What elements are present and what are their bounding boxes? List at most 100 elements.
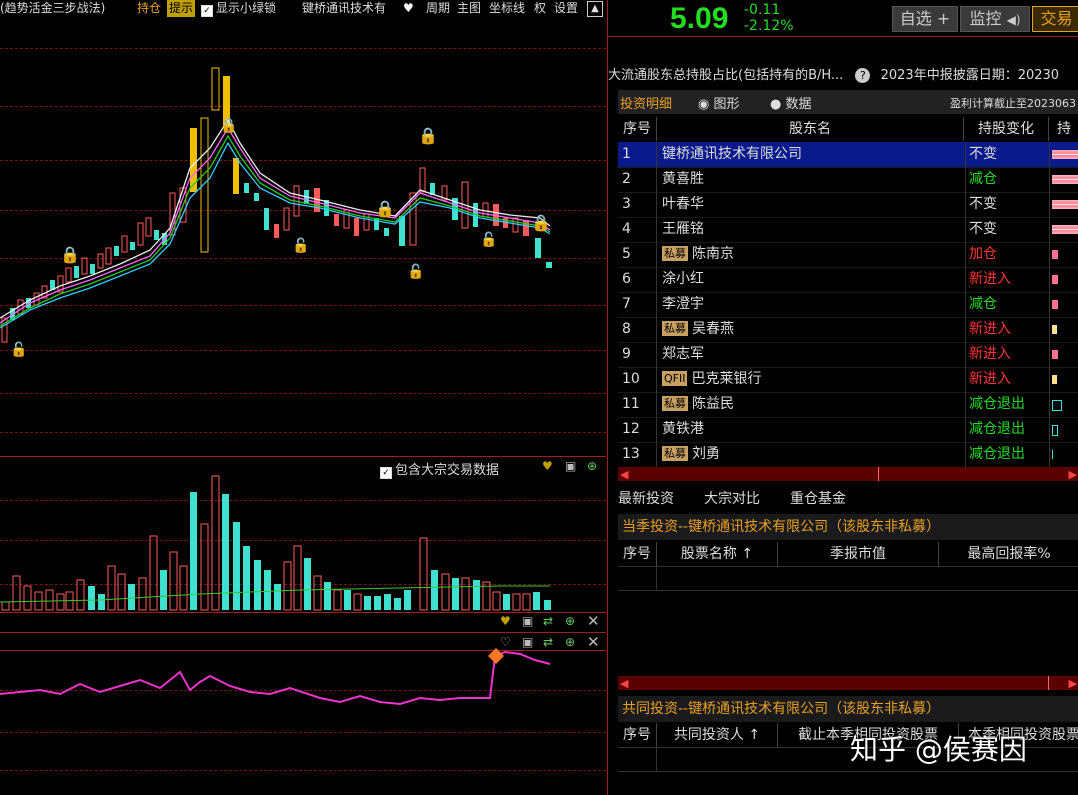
table-row[interactable]: 9 郑志军 新进入 xyxy=(618,342,1078,368)
holder-name: 叶春华 xyxy=(662,196,704,212)
heart-icon[interactable]: ♥ xyxy=(542,459,553,473)
heart-icon[interactable]: ♥ xyxy=(403,0,414,17)
tip-button[interactable]: 提示 xyxy=(167,0,196,17)
row-holder: 涂小红 xyxy=(662,267,958,292)
red-lock-icon: 🔓 xyxy=(292,237,309,254)
tab-detail[interactable]: 投资明细 xyxy=(620,93,672,112)
radio-graph[interactable]: ◉ 图形 xyxy=(698,93,740,112)
holder-name: 黄铁港 xyxy=(662,421,704,437)
col-change[interactable]: 持股变化 xyxy=(964,117,1049,141)
col-stock-name[interactable]: 股票名称 ↑ xyxy=(657,542,778,566)
radio-data-label: 数据 xyxy=(785,97,812,112)
hold-label[interactable]: 持仓 xyxy=(137,0,161,17)
help-icon[interactable]: ? xyxy=(855,68,871,83)
row-no: 5 xyxy=(622,246,631,262)
table-row[interactable]: 3 叶春华 不变 xyxy=(618,192,1078,218)
candlestick-chart[interactable]: 🔒 🔒 🔒 🔒 🔒 🔓 🔓 🔓 🔓 xyxy=(0,18,606,456)
table-row[interactable]: 2 黄喜胜 减仓 xyxy=(618,167,1078,193)
add-watchlist-button[interactable]: 自选 + xyxy=(892,6,958,32)
row-no: 11 xyxy=(622,396,640,412)
watermark: 知乎 @侯赛因 xyxy=(850,733,1027,766)
candles xyxy=(1,67,552,343)
show-lock-label: 显示小绿锁 xyxy=(216,1,277,15)
holder-tag: 私募 xyxy=(662,396,688,411)
settings-button[interactable]: 设置 xyxy=(554,0,578,17)
table-row[interactable]: 5 私募 陈南京 加仓 xyxy=(618,242,1078,268)
table-row[interactable]: 1 键桥通讯技术有限公司 不变 xyxy=(618,142,1078,168)
trade-button[interactable]: 交易 xyxy=(1032,6,1078,32)
holding-bar xyxy=(1052,450,1053,459)
h-scrollbar[interactable]: ◀ ▶ xyxy=(618,676,1078,690)
holder-name: 陈益民 xyxy=(692,396,734,412)
table-row[interactable]: 12 黄铁港 减仓退出 xyxy=(618,417,1078,443)
holder-tag: 私募 xyxy=(662,321,688,336)
show-lock-checkbox[interactable]: ✓ 显示小绿锁 xyxy=(201,0,276,17)
table-row[interactable]: 4 王雁铭 不变 xyxy=(618,217,1078,243)
holder-name: 键桥通讯技术有限公司 xyxy=(662,146,802,162)
swap-icon[interactable]: ⇄ xyxy=(543,614,553,628)
table-row[interactable]: 11 私募 陈益民 减仓退出 xyxy=(618,392,1078,418)
sort-arrow-icon: ↑ xyxy=(741,546,754,562)
lock-markers: 🔒 🔒 🔒 🔒 🔒 🔓 🔓 🔓 🔓 xyxy=(10,118,551,358)
zoom-icon[interactable]: ⊕ xyxy=(565,614,575,628)
row-holder: 黄铁港 xyxy=(662,417,958,442)
zoom-icon[interactable]: ⊕ xyxy=(587,459,597,473)
red-lock-icon: 🔓 xyxy=(480,231,497,248)
col-market-value[interactable]: 季报市值 xyxy=(778,542,939,566)
row-no: 8 xyxy=(622,321,631,337)
chart-pane[interactable]: (趋势活金三步战法) 持仓 提示 ✓ 显示小绿锁 键桥通讯技术有 ♥ 周期 主图 … xyxy=(0,0,606,795)
col-max-return[interactable]: 最高回报率% xyxy=(939,542,1078,566)
green-lock-icon: 🔒 xyxy=(60,245,80,264)
holder-name: 涂小红 xyxy=(662,271,704,287)
section-current-investment-title: 当季投资--键桥通讯技术有限公司（该股东非私募） xyxy=(618,514,1078,540)
rights-button[interactable]: 权 xyxy=(534,0,546,17)
shareholder-panel: 5.09 -0.11 -2.12% 自选 + 监控 ◀) 交易 大流通股东总持股… xyxy=(607,0,1078,795)
heart-icon[interactable]: ♥ xyxy=(500,614,511,628)
holder-name: 刘勇 xyxy=(692,446,720,462)
table-row[interactable]: 10 QFII 巴克莱银行 新进入 xyxy=(618,367,1078,393)
holder-name: 郑志军 xyxy=(662,346,704,362)
window-icon[interactable]: ▣ xyxy=(565,459,576,473)
window-icon[interactable]: ▣ xyxy=(522,614,533,628)
monitor-label: 监控 xyxy=(969,9,1002,28)
row-holder: 私募 陈益民 xyxy=(662,392,958,417)
last-price: 5.09 xyxy=(670,2,729,35)
table-row[interactable]: 8 私募 吴春燕 新进入 xyxy=(618,317,1078,343)
heavy-fund-link[interactable]: 重仓基金 xyxy=(790,488,846,508)
radio-data[interactable]: ● 数据 xyxy=(770,93,812,112)
checkbox-icon[interactable]: ✓ xyxy=(201,5,213,17)
indicator-chart xyxy=(0,648,551,706)
latest-investment-link[interactable]: 最新投资 xyxy=(618,488,674,508)
h-scrollbar[interactable]: ◀ ▶ xyxy=(618,467,1078,481)
holding-bar xyxy=(1052,175,1078,184)
crosshair-button[interactable]: 坐标线 xyxy=(489,0,525,17)
period-button[interactable]: 周期 xyxy=(426,0,450,17)
table-row[interactable]: 7 李澄宇 减仓 xyxy=(618,292,1078,318)
table-row[interactable]: 13 私募 刘勇 减仓退出 xyxy=(618,442,1078,468)
view-tabs: 投资明细 ◉ 图形 ● 数据 盈利计算截止至2023063 xyxy=(618,90,1078,114)
row-change: 不变 xyxy=(969,221,997,237)
expand-icon[interactable]: ▲ xyxy=(587,1,603,17)
plus-icon: + xyxy=(936,9,951,28)
table-row[interactable]: 6 涂小红 新进入 xyxy=(618,267,1078,293)
col-no[interactable]: 序号 xyxy=(618,117,657,141)
row-no: 2 xyxy=(622,171,631,187)
col-co-investor[interactable]: 共同投资人 ↑ xyxy=(657,723,778,747)
row-no: 10 xyxy=(622,371,640,387)
holding-bar xyxy=(1052,275,1058,284)
main-chart-button[interactable]: 主图 xyxy=(457,0,481,17)
sort-arrow-icon: ↑ xyxy=(748,727,761,743)
holding-bar xyxy=(1052,400,1062,411)
block-compare-link[interactable]: 大宗对比 xyxy=(704,488,760,508)
close-icon[interactable]: ✕ xyxy=(587,612,600,630)
row-holder: 王雁铭 xyxy=(662,217,958,242)
col-hold[interactable]: 持 xyxy=(1049,117,1078,141)
row-change: 减仓 xyxy=(969,171,997,187)
row-holder: 键桥通讯技术有限公司 xyxy=(662,142,958,167)
col-no[interactable]: 序号 xyxy=(618,723,657,747)
row-change: 不变 xyxy=(969,196,997,212)
col-holder[interactable]: 股东名 xyxy=(657,117,964,141)
monitor-button[interactable]: 监控 ◀) xyxy=(960,6,1030,32)
col-no[interactable]: 序号 xyxy=(618,542,657,566)
green-lock-icon: 🔒 xyxy=(418,126,438,145)
